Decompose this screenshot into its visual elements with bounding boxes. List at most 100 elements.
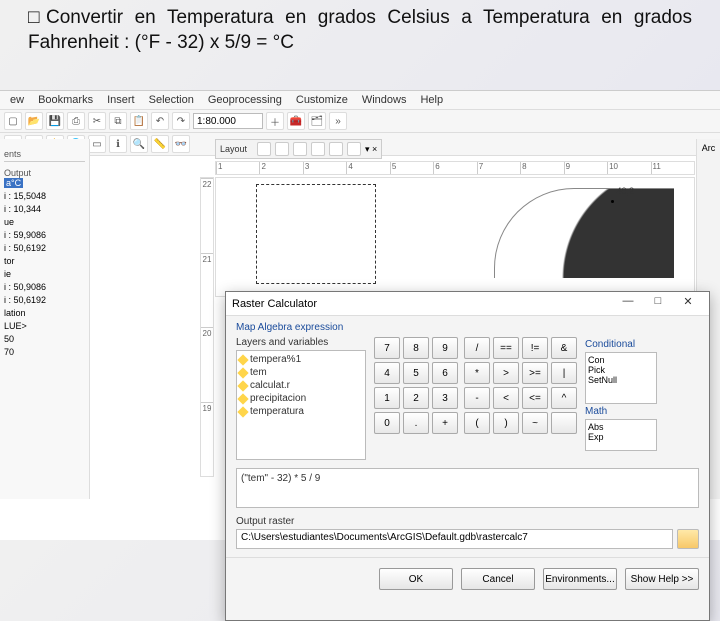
toc-tab[interactable]: ents: [4, 149, 85, 159]
numpad-3[interactable]: 3: [432, 387, 458, 409]
layout-full-icon[interactable]: [311, 142, 325, 156]
maximize-icon[interactable]: □: [643, 295, 673, 313]
toc-row[interactable]: ie: [4, 269, 85, 279]
op-button[interactable]: &: [551, 337, 577, 359]
toc-row[interactable]: ue: [4, 217, 85, 227]
mathfunc-exp[interactable]: Exp: [588, 432, 654, 442]
minimize-icon[interactable]: —: [613, 295, 643, 313]
toc-row[interactable]: i : 15,5048: [4, 191, 85, 201]
op-button[interactable]: ==: [493, 337, 519, 359]
op-button[interactable]: |: [551, 362, 577, 384]
close-icon[interactable]: ✕: [673, 295, 703, 313]
numpad-+[interactable]: +: [432, 412, 458, 434]
layer-item[interactable]: temperatura: [239, 405, 363, 418]
layer-item[interactable]: precipitacion: [239, 392, 363, 405]
open-icon[interactable]: 📂: [25, 112, 43, 130]
op-button[interactable]: *: [464, 362, 490, 384]
layers-list[interactable]: tempera%1temcalculat.rprecipitaciontempe…: [236, 350, 366, 460]
undo-icon[interactable]: ↶: [151, 112, 169, 130]
toc-row[interactable]: i : 50,6192: [4, 243, 85, 253]
op-button[interactable]: /: [464, 337, 490, 359]
find-icon[interactable]: 🔍: [130, 135, 148, 153]
redo-icon[interactable]: ↷: [172, 112, 190, 130]
toc-row[interactable]: tor: [4, 256, 85, 266]
scale-input[interactable]: [193, 113, 263, 129]
toc-row[interactable]: 50: [4, 334, 85, 344]
op-button[interactable]: >=: [522, 362, 548, 384]
numpad-9[interactable]: 9: [432, 337, 458, 359]
op-button[interactable]: [551, 412, 577, 434]
toc-row[interactable]: 70: [4, 347, 85, 357]
layout-zoomout-icon[interactable]: [275, 142, 289, 156]
numpad-1[interactable]: 1: [374, 387, 400, 409]
menu-geoprocessing[interactable]: Geoprocessing: [208, 94, 282, 106]
op-button[interactable]: >: [493, 362, 519, 384]
layer-item[interactable]: calculat.r: [239, 379, 363, 392]
layout-canvas[interactable]: 40,2: [215, 177, 695, 297]
menu-bookmarks[interactable]: Bookmarks: [38, 94, 93, 106]
op-button[interactable]: (: [464, 412, 490, 434]
menu-windows[interactable]: Windows: [362, 94, 407, 106]
menu-customize[interactable]: Customize: [296, 94, 348, 106]
menu-ew[interactable]: ew: [10, 94, 24, 106]
catalog-icon[interactable]: 🗂: [308, 112, 326, 130]
print-icon[interactable]: ⎙: [67, 112, 85, 130]
cut-icon[interactable]: ✂: [88, 112, 106, 130]
numpad-6[interactable]: 6: [432, 362, 458, 384]
op-button[interactable]: <: [493, 387, 519, 409]
layer-item[interactable]: tempera%1: [239, 353, 363, 366]
measure-icon[interactable]: 📏: [151, 135, 169, 153]
ok-button[interactable]: OK: [379, 568, 453, 590]
op-button[interactable]: -: [464, 387, 490, 409]
numpad-2[interactable]: 2: [403, 387, 429, 409]
op-button[interactable]: ^: [551, 387, 577, 409]
layout-prev-icon[interactable]: [347, 142, 361, 156]
select-icon[interactable]: ▭: [88, 135, 106, 153]
menu-insert[interactable]: Insert: [107, 94, 135, 106]
conditional-list[interactable]: ConPickSetNull: [585, 352, 657, 404]
toc-row[interactable]: i : 50,6192: [4, 295, 85, 305]
binocular-icon[interactable]: 👓: [172, 135, 190, 153]
op-button[interactable]: !=: [522, 337, 548, 359]
func-setnull[interactable]: SetNull: [588, 375, 654, 385]
numpad-7[interactable]: 7: [374, 337, 400, 359]
toc-row[interactable]: LUE>: [4, 321, 85, 331]
environments--button[interactable]: Environments...: [543, 568, 617, 590]
layout-100-icon[interactable]: [329, 142, 343, 156]
layout-zoomin-icon[interactable]: [257, 142, 271, 156]
func-pick[interactable]: Pick: [588, 365, 654, 375]
op-button[interactable]: <=: [522, 387, 548, 409]
layout-pan-icon[interactable]: [293, 142, 307, 156]
identify-icon[interactable]: ℹ: [109, 135, 127, 153]
menu-selection[interactable]: Selection: [149, 94, 194, 106]
paste-icon[interactable]: 📋: [130, 112, 148, 130]
cancel-button[interactable]: Cancel: [461, 568, 535, 590]
python-icon[interactable]: »: [329, 112, 347, 130]
browse-folder-icon[interactable]: [677, 529, 699, 549]
output-path-input[interactable]: C:\Users\estudiantes\Documents\ArcGIS\De…: [236, 529, 673, 549]
toc-row[interactable]: i : 50,9086: [4, 282, 85, 292]
save-icon[interactable]: 💾: [46, 112, 64, 130]
menu-help[interactable]: Help: [420, 94, 443, 106]
toolbox-icon[interactable]: 🧰: [287, 112, 305, 130]
numpad-.[interactable]: .: [403, 412, 429, 434]
selected-layer[interactable]: a°C: [4, 178, 23, 188]
new-icon[interactable]: ▢: [4, 112, 22, 130]
add-data-icon[interactable]: ＋: [266, 112, 284, 130]
toc-row[interactable]: lation: [4, 308, 85, 318]
layer-item[interactable]: tem: [239, 366, 363, 379]
selection-frame[interactable]: [256, 184, 376, 284]
toc-row[interactable]: i : 59,9086: [4, 230, 85, 240]
op-button[interactable]: ~: [522, 412, 548, 434]
show-help--button[interactable]: Show Help >>: [625, 568, 699, 590]
numpad-8[interactable]: 8: [403, 337, 429, 359]
expression-input[interactable]: ("tem" - 32) * 5 / 9: [236, 468, 699, 508]
math-list[interactable]: AbsExp: [585, 419, 657, 451]
numpad-5[interactable]: 5: [403, 362, 429, 384]
func-con[interactable]: Con: [588, 355, 654, 365]
op-button[interactable]: ): [493, 412, 519, 434]
numpad-0[interactable]: 0: [374, 412, 400, 434]
toc-row[interactable]: i : 10,344: [4, 204, 85, 214]
numpad-4[interactable]: 4: [374, 362, 400, 384]
mathfunc-abs[interactable]: Abs: [588, 422, 654, 432]
